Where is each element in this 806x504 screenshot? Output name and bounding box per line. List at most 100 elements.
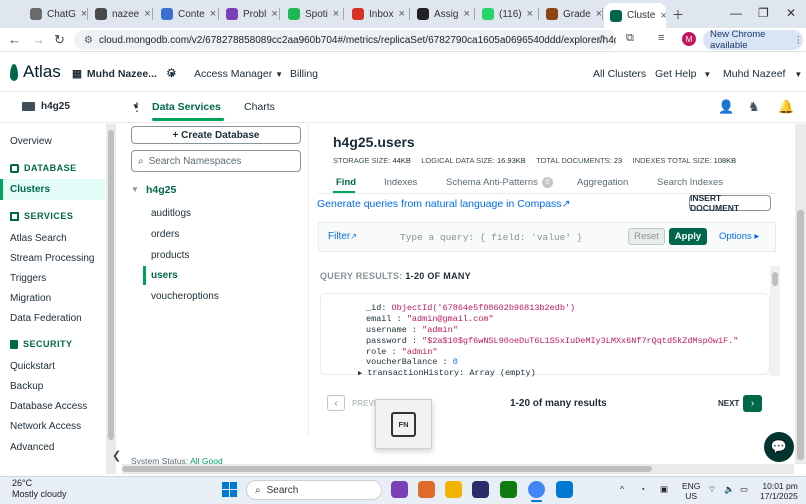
language-indicator[interactable]: ENG US (682, 481, 700, 501)
results-scroll-thumb[interactable] (772, 272, 778, 286)
collection-orders[interactable]: orders (151, 229, 179, 240)
tab-schema-anti-patterns[interactable]: Schema Anti-Patterns 0 (446, 177, 553, 188)
collection-products[interactable]: products (151, 250, 189, 261)
new-chrome-available-button[interactable]: New Chrome available ⋮ (703, 29, 803, 51)
close-window-icon[interactable]: ✕ (786, 6, 796, 20)
url-input[interactable]: ⚙ cloud.mongodb.com/v2/678278858089cc2aa… (74, 30, 616, 50)
search-namespaces-input[interactable]: ⌕ Search Namespaces (131, 150, 301, 172)
next-page-button[interactable]: › (743, 395, 762, 412)
reading-list-icon[interactable]: ≡ (658, 32, 664, 44)
close-tab-icon[interactable]: × (210, 8, 216, 20)
reload-icon[interactable]: ↻ (54, 32, 65, 48)
collapse-nav-icon[interactable]: ❮ (112, 449, 121, 462)
browser-tab[interactable]: nazee × (89, 4, 151, 24)
tray-overflow-icon[interactable]: ^ (620, 484, 624, 494)
browser-tab[interactable]: Probl × (220, 4, 278, 24)
close-tab-icon[interactable]: × (398, 8, 404, 20)
xbox-icon[interactable] (500, 481, 517, 498)
taskbar-app-icon[interactable] (418, 481, 435, 498)
profile-avatar[interactable]: M (682, 32, 696, 46)
nav-network-access[interactable]: Network Access (10, 421, 81, 432)
nav-overview[interactable]: Overview (10, 136, 52, 147)
browser-tab[interactable]: Cluste × (604, 3, 666, 28)
project-selector[interactable]: h4g25 ▼ (22, 101, 140, 112)
back-icon[interactable]: ← (8, 32, 21, 47)
activity-feed-icon[interactable]: ♞ (748, 99, 760, 115)
tab-aggregation[interactable]: Aggregation (577, 177, 628, 188)
org-settings-gear-icon[interactable]: ⚙ (166, 66, 177, 80)
vscode-icon[interactable] (556, 481, 573, 498)
close-tab-icon[interactable]: × (271, 8, 277, 20)
billing-link[interactable]: Billing (290, 68, 318, 80)
tab-charts[interactable]: Charts (244, 101, 275, 113)
tray-app-icon[interactable]: ▣ (660, 484, 668, 494)
weather-widget[interactable]: 26°C Mostly cloudy (12, 478, 67, 500)
tab-find[interactable]: Find (336, 177, 356, 188)
invite-user-icon[interactable]: 👤 (718, 99, 734, 115)
collection-voucheroptions[interactable]: voucheroptions (151, 291, 219, 302)
windows-start-icon[interactable] (222, 482, 237, 497)
taskbar-app-icon[interactable] (472, 481, 489, 498)
tab-indexes[interactable]: Indexes (384, 177, 417, 188)
reset-button[interactable]: Reset (628, 228, 665, 245)
tab-data-services[interactable]: Data Services (152, 101, 221, 113)
close-tab-icon[interactable]: × (144, 8, 150, 20)
horizontal-scroll-thumb[interactable] (122, 466, 652, 472)
new-tab-button[interactable]: ＋ (672, 6, 684, 23)
nav-triggers[interactable]: Triggers (10, 273, 46, 284)
close-tab-icon[interactable]: × (527, 8, 533, 20)
get-help-menu[interactable]: Get Help ▼ (655, 68, 711, 80)
extensions-icon[interactable]: ⧉ (626, 32, 634, 45)
browser-tab[interactable]: Grade × (540, 4, 601, 24)
chrome-icon[interactable] (528, 481, 545, 498)
access-manager-menu[interactable]: Access Manager ▼ (194, 68, 283, 80)
battery-icon[interactable]: ▭ (740, 484, 748, 494)
nav-stream-processing[interactable]: Stream Processing (10, 253, 94, 264)
generate-queries-compass-link[interactable]: Generate queries from natural language i… (317, 198, 570, 210)
expand-chevron-icon[interactable]: ▼ (131, 185, 139, 194)
minimize-icon[interactable]: — (730, 6, 742, 20)
user-menu[interactable]: Muhd Nazeef ▼ (723, 68, 802, 80)
close-tab-icon[interactable]: × (81, 8, 86, 20)
nav-clusters[interactable]: Clusters (10, 184, 50, 195)
filter-link[interactable]: Filter↗ (328, 231, 357, 242)
wifi-icon[interactable]: ⌔ (708, 484, 716, 494)
tab-search-indexes[interactable]: Search Indexes (657, 177, 723, 188)
nav-data-federation[interactable]: Data Federation (10, 313, 82, 324)
query-input[interactable]: Type a query: { field: 'value' } (400, 232, 582, 243)
browser-tab[interactable]: (116) × (476, 4, 537, 24)
left-nav-scroll-thumb[interactable] (108, 130, 114, 440)
expand-arrow-icon[interactable]: ▶ (358, 370, 362, 378)
org-selector[interactable]: ▦ Muhd Nazee... ▼ (72, 68, 176, 80)
collection-users[interactable]: users (151, 270, 178, 281)
restore-icon[interactable]: ❐ (758, 6, 769, 20)
forward-icon[interactable]: → (32, 32, 45, 47)
close-tab-icon[interactable]: × (660, 10, 666, 22)
clock[interactable]: 10:01 pm 17/1/2025 (760, 481, 798, 501)
create-database-button[interactable]: + Create Database (131, 126, 301, 144)
browser-tab[interactable]: Inbox × (346, 4, 408, 24)
close-tab-icon[interactable]: × (596, 8, 601, 20)
browser-tab[interactable]: Conte × (155, 4, 217, 24)
nav-backup[interactable]: Backup (10, 381, 43, 392)
close-tab-icon[interactable]: × (333, 8, 339, 20)
volume-icon[interactable]: 🔈 (724, 484, 735, 494)
nav-advanced[interactable]: Advanced (10, 442, 54, 453)
previous-page-button[interactable]: ‹ (327, 395, 345, 411)
collection-auditlogs[interactable]: auditlogs (151, 208, 191, 219)
browser-tab[interactable]: Assig × (411, 4, 473, 24)
browser-tab[interactable]: ChatG × (24, 4, 86, 24)
insert-document-button[interactable]: INSERT DOCUMENT (689, 193, 771, 213)
site-info-icon[interactable]: ⚙ (84, 35, 93, 46)
bookmark-star-icon[interactable]: ☆ (596, 32, 607, 46)
database-h4g25[interactable]: h4g25 (146, 184, 176, 196)
project-kebab-icon[interactable]: ⋮ (131, 100, 143, 114)
taskbar-app-icon[interactable] (391, 481, 408, 498)
nav-migration[interactable]: Migration (10, 293, 51, 304)
page-scroll-thumb[interactable] (797, 210, 804, 460)
all-clusters-link[interactable]: All Clusters (593, 68, 646, 80)
chat-assistant-button[interactable]: 💬 (764, 432, 794, 462)
nav-quickstart[interactable]: Quickstart (10, 361, 55, 372)
doc-field-transaction-history[interactable]: ▶ transactionHistory: Array (empty) (358, 368, 536, 378)
browser-tab[interactable]: Spoti × (282, 4, 342, 24)
